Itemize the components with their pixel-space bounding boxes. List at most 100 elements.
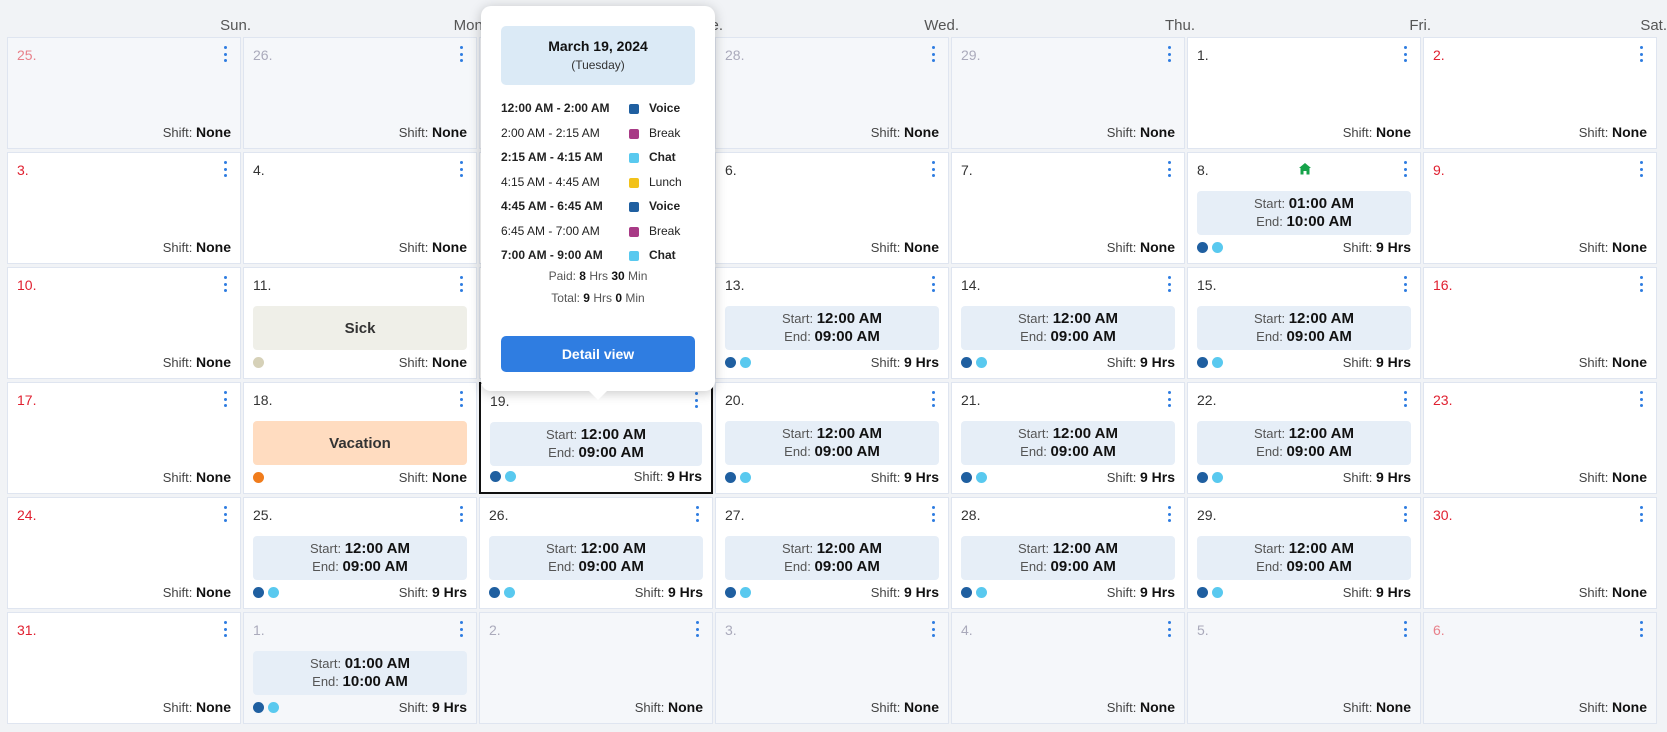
vacation-absence-box[interactable]: Vacation: [253, 421, 467, 465]
more-options-icon[interactable]: [1166, 276, 1172, 292]
shift-time-box[interactable]: Start: 12:00 AM End: 09:00 AM: [725, 536, 939, 580]
calendar-day-cell[interactable]: 24. Shift: None: [7, 497, 241, 609]
more-options-icon[interactable]: [694, 506, 700, 522]
calendar-day-cell[interactable]: 8. Start: 01:00 AM End: 10:00 AM Shift: 9 H…: [1187, 152, 1421, 264]
calendar-day-cell[interactable]: 25. Start: 12:00 AM End: 09:00 AM Shift: 9 …: [243, 497, 477, 609]
calendar-day-cell[interactable]: 10. Shift: None: [7, 267, 241, 379]
more-options-icon[interactable]: [222, 276, 228, 292]
calendar-day-cell[interactable]: 31. Shift: None: [7, 612, 241, 724]
more-options-icon[interactable]: [458, 46, 464, 62]
more-options-icon[interactable]: [1166, 46, 1172, 62]
day-number: 20.: [725, 392, 745, 408]
calendar-day-cell[interactable]: 29. Start: 12:00 AM End: 09:00 AM Shift: 9 …: [1187, 497, 1421, 609]
calendar-day-cell[interactable]: 28. Shift: None: [715, 37, 949, 149]
calendar-day-cell[interactable]: 25. Shift: None: [7, 37, 241, 149]
calendar-day-cell[interactable]: 6. Shift: None: [1423, 612, 1657, 724]
calendar-day-cell[interactable]: 4. Shift: None: [243, 152, 477, 264]
more-options-icon[interactable]: [1166, 506, 1172, 522]
more-options-icon[interactable]: [1402, 46, 1408, 62]
calendar-day-cell[interactable]: 1. Shift: None: [1187, 37, 1421, 149]
activity-time: 7:00 AM - 9:00 AM: [501, 248, 603, 262]
calendar-day-cell[interactable]: 13. Start: 12:00 AM End: 09:00 AM Shift: 9 …: [715, 267, 949, 379]
more-options-icon[interactable]: [930, 506, 936, 522]
more-options-icon[interactable]: [694, 621, 700, 637]
shift-time-box[interactable]: Start: 12:00 AM End: 09:00 AM: [253, 536, 467, 580]
more-options-icon[interactable]: [1638, 506, 1644, 522]
more-options-icon[interactable]: [458, 621, 464, 637]
more-options-icon[interactable]: [222, 506, 228, 522]
more-options-icon[interactable]: [1402, 506, 1408, 522]
calendar-day-cell[interactable]: 22. Start: 12:00 AM End: 09:00 AM Shift: 9 …: [1187, 382, 1421, 494]
calendar-day-cell[interactable]: 28. Start: 12:00 AM End: 09:00 AM Shift: 9 …: [951, 497, 1185, 609]
calendar-day-cell[interactable]: 9. Shift: None: [1423, 152, 1657, 264]
calendar-day-cell[interactable]: 17. Shift: None: [7, 382, 241, 494]
more-options-icon[interactable]: [693, 392, 699, 408]
shift-label: Shift:: [162, 240, 193, 255]
more-options-icon[interactable]: [1638, 276, 1644, 292]
calendar-day-cell[interactable]: 16. Shift: None: [1423, 267, 1657, 379]
calendar-day-cell[interactable]: 27. Start: 12:00 AM End: 09:00 AM Shift: 9 …: [715, 497, 949, 609]
more-options-icon[interactable]: [1638, 621, 1644, 637]
calendar-day-cell[interactable]: 3. Shift: None: [715, 612, 949, 724]
chat-dot: [740, 587, 751, 598]
more-options-icon[interactable]: [222, 161, 228, 177]
calendar-day-cell[interactable]: 21. Start: 12:00 AM End: 09:00 AM Shift: 9 …: [951, 382, 1185, 494]
shift-time-box[interactable]: Start: 12:00 AM End: 09:00 AM: [725, 306, 939, 350]
more-options-icon[interactable]: [222, 621, 228, 637]
calendar-day-cell[interactable]: 15. Start: 12:00 AM End: 09:00 AM Shift: 9 …: [1187, 267, 1421, 379]
calendar-day-cell[interactable]: 14. Start: 12:00 AM End: 09:00 AM Shift: 9 …: [951, 267, 1185, 379]
shift-time-box[interactable]: Start: 01:00 AM End: 10:00 AM: [1197, 191, 1411, 235]
more-options-icon[interactable]: [930, 46, 936, 62]
more-options-icon[interactable]: [930, 391, 936, 407]
more-options-icon[interactable]: [1638, 46, 1644, 62]
shift-time-box[interactable]: Start: 12:00 AM End: 09:00 AM: [1197, 306, 1411, 350]
paid-minutes-unit: Min: [628, 269, 648, 283]
calendar-day-cell[interactable]: 18. Vacation Shift: None: [243, 382, 477, 494]
more-options-icon[interactable]: [222, 391, 228, 407]
shift-time-box[interactable]: Start: 12:00 AM End: 09:00 AM: [1197, 536, 1411, 580]
more-options-icon[interactable]: [1166, 161, 1172, 177]
shift-time-box[interactable]: Start: 12:00 AM End: 09:00 AM: [961, 306, 1175, 350]
calendar-day-cell[interactable]: 6. Shift: None: [715, 152, 949, 264]
more-options-icon[interactable]: [1638, 161, 1644, 177]
calendar-day-cell[interactable]: 7. Shift: None: [951, 152, 1185, 264]
more-options-icon[interactable]: [930, 161, 936, 177]
more-options-icon[interactable]: [1166, 621, 1172, 637]
more-options-icon[interactable]: [458, 161, 464, 177]
shift-time-box[interactable]: Start: 01:00 AM End: 10:00 AM: [253, 651, 467, 695]
calendar-day-cell[interactable]: 3. Shift: None: [7, 152, 241, 264]
more-options-icon[interactable]: [930, 621, 936, 637]
shift-time-box[interactable]: Start: 12:00 AM End: 09:00 AM: [489, 536, 703, 580]
more-options-icon[interactable]: [1166, 391, 1172, 407]
calendar-day-cell[interactable]: 1. Start: 01:00 AM End: 10:00 AM Shift: 9 H…: [243, 612, 477, 724]
calendar-day-cell[interactable]: 26. Shift: None: [243, 37, 477, 149]
more-options-icon[interactable]: [458, 276, 464, 292]
sick-absence-box[interactable]: Sick: [253, 306, 467, 350]
more-options-icon[interactable]: [1402, 391, 1408, 407]
detail-view-button[interactable]: Detail view: [501, 336, 695, 372]
more-options-icon[interactable]: [222, 46, 228, 62]
calendar-day-cell[interactable]: 29. Shift: None: [951, 37, 1185, 149]
calendar-day-cell[interactable]: 2. Shift: None: [479, 612, 713, 724]
calendar-day-cell[interactable]: 2. Shift: None: [1423, 37, 1657, 149]
calendar-day-cell[interactable]: 4. Shift: None: [951, 612, 1185, 724]
activity-dots: [253, 357, 264, 368]
calendar-day-cell[interactable]: 23. Shift: None: [1423, 382, 1657, 494]
shift-time-box[interactable]: Start: 12:00 AM End: 09:00 AM: [725, 421, 939, 465]
more-options-icon[interactable]: [930, 276, 936, 292]
calendar-day-cell[interactable]: 5. Shift: None: [1187, 612, 1421, 724]
more-options-icon[interactable]: [1402, 621, 1408, 637]
calendar-day-cell[interactable]: 26. Start: 12:00 AM End: 09:00 AM Shift: 9 …: [479, 497, 713, 609]
more-options-icon[interactable]: [1638, 391, 1644, 407]
more-options-icon[interactable]: [1402, 161, 1408, 177]
shift-time-box[interactable]: Start: 12:00 AM End: 09:00 AM: [961, 421, 1175, 465]
calendar-day-cell[interactable]: 11. Sick Shift: None: [243, 267, 477, 379]
more-options-icon[interactable]: [458, 506, 464, 522]
more-options-icon[interactable]: [1402, 276, 1408, 292]
shift-time-box[interactable]: Start: 12:00 AM End: 09:00 AM: [490, 422, 702, 466]
calendar-day-cell[interactable]: 20. Start: 12:00 AM End: 09:00 AM Shift: 9 …: [715, 382, 949, 494]
shift-time-box[interactable]: Start: 12:00 AM End: 09:00 AM: [961, 536, 1175, 580]
calendar-day-cell[interactable]: 30. Shift: None: [1423, 497, 1657, 609]
shift-time-box[interactable]: Start: 12:00 AM End: 09:00 AM: [1197, 421, 1411, 465]
more-options-icon[interactable]: [458, 391, 464, 407]
